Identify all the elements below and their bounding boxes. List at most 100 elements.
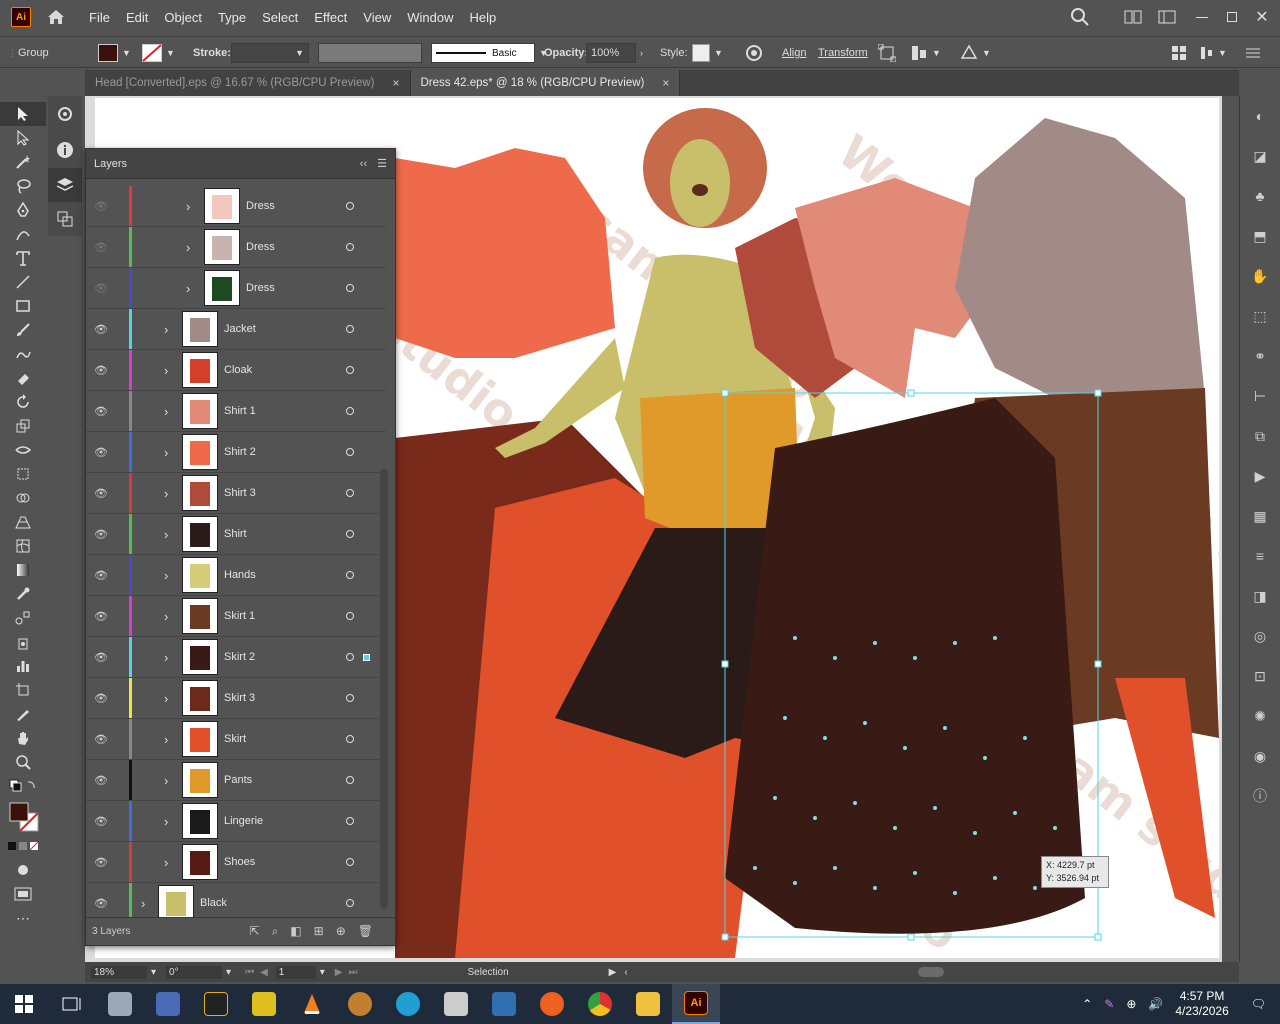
taskbar-illustrator-icon[interactable]: Ai [672,984,720,1024]
taskbar-vlc-icon[interactable] [288,984,336,1024]
locate-object-icon[interactable]: ⌕ [272,924,279,939]
puppet-warp-icon[interactable]: ✋ [1240,256,1280,296]
layer-row[interactable]: 👁 › Shoes [86,842,386,883]
symbol-sprayer-tool-icon[interactable] [0,630,46,654]
target-circle-icon[interactable] [346,817,354,825]
visibility-eye-icon[interactable]: 👁 [94,364,108,377]
shape-builder-tool-icon[interactable] [0,486,46,510]
target-circle-icon[interactable] [346,858,354,866]
collapse-panel-icon[interactable]: ‹‹ [360,158,367,170]
layer-row[interactable]: 👁 › Dress [86,227,386,268]
layer-name[interactable]: Shirt [224,528,247,540]
expand-chevron-icon[interactable]: › [164,814,168,829]
expand-chevron-icon[interactable]: › [164,322,168,337]
expand-chevron-icon[interactable]: › [164,855,168,870]
layer-name[interactable]: Cloak [224,364,252,376]
visibility-eye-icon[interactable]: 👁 [94,200,108,213]
layer-row[interactable]: 👁 › Dress [86,268,386,309]
eyedropper-tool-icon[interactable] [0,582,46,606]
selection-tool-icon[interactable] [0,102,46,126]
notifications-icon[interactable]: 🗨 [1251,997,1266,1011]
taskbar-app-4-icon[interactable] [384,984,432,1024]
align-link[interactable]: Align [782,43,806,63]
taskbar-chrome-icon[interactable] [576,984,624,1024]
visibility-eye-icon[interactable]: 👁 [94,528,108,541]
target-circle-icon[interactable] [346,325,354,333]
rotation-dropdown-icon[interactable]: ▾ [226,967,231,978]
layers-panel-icon[interactable] [48,168,82,202]
taskbar-app-3-icon[interactable] [336,984,384,1024]
target-circle-icon[interactable] [346,448,354,456]
first-artboard-icon[interactable]: ⏮ [245,967,254,978]
target-circle-icon[interactable] [346,776,354,784]
status-menu-icon[interactable]: ▶ [609,967,617,978]
asset-export-icon[interactable]: ⬒ [1240,216,1280,256]
symbols-panel-icon[interactable]: ♣ [1240,176,1280,216]
tab-dress-42[interactable]: Dress 42.eps* @ 18 % (RGB/CPU Preview) × [410,70,681,96]
taskbar-app-6-icon[interactable] [480,984,528,1024]
visibility-eye-icon[interactable]: 👁 [94,323,108,336]
menu-file[interactable]: File [81,10,118,25]
tab-head-converted[interactable]: Head [Converted].eps @ 16.67 % (RGB/CPU … [85,70,411,96]
hand-tool-icon[interactable] [0,726,46,750]
layer-name[interactable]: Skirt [224,733,246,745]
align-objects-icon[interactable]: ▼ [910,43,941,63]
recolor-artwork-icon[interactable] [745,43,763,63]
artboard-dropdown-icon[interactable]: ▾ [320,967,325,978]
layer-row[interactable]: 👁 › Jacket [86,309,386,350]
clipping-mask-icon[interactable]: ◧ [290,924,301,939]
visibility-eye-icon[interactable]: 👁 [94,405,108,418]
menu-view[interactable]: View [355,10,399,25]
magic-wand-tool-icon[interactable] [0,150,46,174]
visibility-eye-icon[interactable]: 👁 [94,733,108,746]
gradient-tool-icon[interactable] [0,558,46,582]
color-panel-icon[interactable]: ◐ [1240,96,1280,136]
appearance-icon[interactable]: ◉ [1240,736,1280,776]
target-circle-icon[interactable] [346,366,354,374]
isolate-icon[interactable] [878,43,896,63]
delete-layer-icon[interactable]: 🗑 [358,924,373,939]
visibility-eye-icon[interactable]: 👁 [94,815,108,828]
export-icon[interactable]: ⇱ [250,924,260,939]
visibility-eye-icon[interactable]: 👁 [94,487,108,500]
last-artboard-icon[interactable]: ⏭ [349,967,358,978]
prev-artboard-icon[interactable]: ◀ [260,967,268,978]
stroke-panel-icon[interactable]: ≡ [1240,536,1280,576]
layer-row[interactable]: 👁 › Dress [86,186,386,227]
actions-panel-icon[interactable]: ▶ [1240,456,1280,496]
tab-close-icon[interactable]: × [392,76,399,90]
menu-object[interactable]: Object [156,10,210,25]
fill-swatch[interactable]: ▼ [98,43,131,63]
target-circle-icon[interactable] [346,735,354,743]
layer-name[interactable]: Black [200,897,227,909]
layer-name[interactable]: Dress [246,241,275,253]
rectangle-tool-icon[interactable] [0,294,46,318]
column-graph-tool-icon[interactable] [0,654,46,678]
type-tool-icon[interactable] [0,246,46,270]
volume-icon[interactable]: 🔊 [1148,997,1163,1011]
transform-panel-icon[interactable]: ⬚ [1240,296,1280,336]
menu-help[interactable]: Help [461,10,504,25]
expand-chevron-icon[interactable]: › [164,445,168,460]
arrange-documents-icon[interactable] [1124,0,1142,34]
network-icon[interactable]: ⊕ [1126,997,1136,1011]
target-circle-icon[interactable] [346,407,354,415]
layer-name[interactable]: Dress [246,200,275,212]
target-circle-icon[interactable] [346,489,354,497]
stroke-swatch[interactable]: ▼ [142,43,175,63]
layer-name[interactable]: Shirt 3 [224,487,256,499]
layer-row[interactable]: 👁 › Pants [86,760,386,801]
menu-edit[interactable]: Edit [118,10,156,25]
layer-row[interactable]: 👁 › Black [86,883,386,918]
direct-selection-tool-icon[interactable] [0,126,46,150]
next-artboard-icon[interactable]: ▶ [335,967,343,978]
task-view-icon[interactable] [48,984,96,1024]
menu-select[interactable]: Select [254,10,306,25]
mesh-tool-icon[interactable] [0,534,46,558]
layer-row[interactable]: 👁 › Shirt 3 [86,473,386,514]
opacity-value[interactable]: 100% [586,43,636,63]
transparency-panel-icon[interactable]: ◎ [1240,616,1280,656]
appearance-panel-icon[interactable] [48,96,82,132]
layer-name[interactable]: Shirt 2 [224,446,256,458]
arrange-panels-icon[interactable] [1172,43,1186,63]
